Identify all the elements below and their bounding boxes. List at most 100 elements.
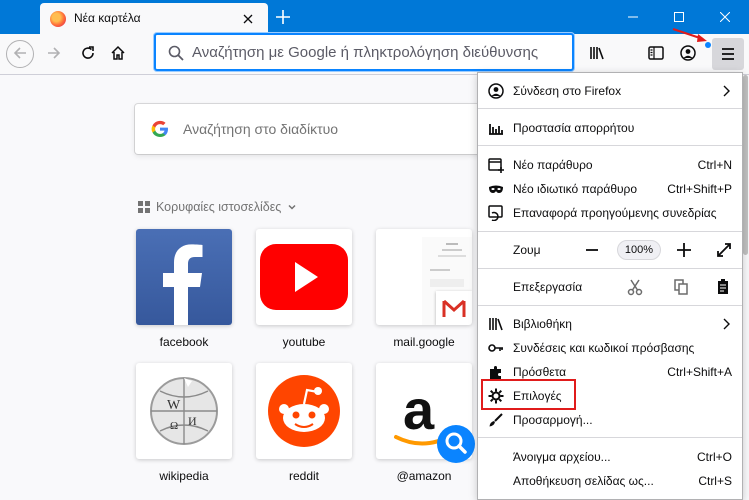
scrollbar-thumb[interactable] [743, 75, 748, 255]
address-input[interactable] [192, 42, 562, 62]
library-icon[interactable] [584, 40, 612, 68]
menu-item-label: Πρόσθετα [513, 365, 567, 379]
menu-item-customize[interactable]: Προσαρμογή... [478, 408, 742, 432]
top-sites-label: Κορυφαίες ιστοσελίδες [156, 200, 282, 214]
facebook-icon [136, 229, 232, 325]
chevron-right-icon [722, 318, 730, 330]
tile-label: youtube [282, 335, 326, 349]
close-tab-icon[interactable] [240, 11, 256, 27]
title-bar: Νέα καρτέλα [0, 0, 749, 34]
menu-item-label: Νέο ιδιωτικό παράθυρο [513, 182, 638, 196]
search-icon [168, 45, 184, 61]
firefox-icon [50, 11, 66, 27]
gmail-screenshot [376, 229, 472, 325]
svg-text:W: W [167, 398, 181, 413]
menu-item-label: Άνοιγμα αρχείου... [513, 450, 611, 464]
minimize-button[interactable] [610, 0, 656, 34]
reload-button[interactable] [74, 40, 102, 68]
shortcut-label: Ctrl+N [697, 158, 732, 172]
top-sites-heading[interactable]: Κορυφαίες ιστοσελίδες [138, 200, 297, 214]
grid-icon [138, 201, 150, 213]
top-site-mail-google[interactable]: mail.google [376, 229, 472, 349]
menu-item-label: Βιβλιοθήκη [513, 317, 572, 331]
youtube-icon [256, 229, 352, 325]
svg-text:a: a [403, 378, 435, 441]
menu-item-label: Προστασία απορρήτου [513, 121, 635, 135]
menu-item-logins[interactable]: Συνδέσεις και κωδικοί πρόσβασης [478, 336, 742, 360]
menu-separator [478, 108, 742, 109]
open-menu-button[interactable] [712, 38, 744, 70]
web-search-placeholder: Αναζήτηση στο διαδίκτυο [183, 121, 339, 137]
chevron-right-icon [722, 85, 730, 97]
gmail-icon [436, 291, 472, 325]
menu-item-edit: Επεξεργασία [478, 275, 742, 299]
menu-item-label: Επεξεργασία [513, 280, 583, 294]
menu-item-zoom: Ζουμ 100% [478, 238, 742, 262]
menu-item-restore-session[interactable]: Επαναφορά προηγούμενης συνεδρίας [478, 201, 742, 225]
menu-separator [478, 305, 742, 306]
account-icon[interactable] [674, 40, 702, 68]
puzzle-icon [488, 364, 504, 380]
tile-label: facebook [159, 335, 209, 349]
svg-text:И: И [188, 414, 197, 428]
reddit-icon [256, 363, 352, 459]
tab-title: Νέα καρτέλα [74, 11, 141, 25]
menu-item-private-window[interactable]: Νέο ιδιωτικό παράθυρο Ctrl+Shift+P [478, 177, 742, 201]
zoom-out-button[interactable] [580, 238, 604, 262]
chevron-down-icon [287, 202, 297, 212]
top-site-amazon[interactable]: a @amazon [376, 363, 472, 483]
menu-item-library[interactable]: Βιβλιοθήκη [478, 312, 742, 336]
scrollbar[interactable] [742, 75, 749, 500]
forward-button[interactable] [40, 40, 68, 68]
copy-icon[interactable] [669, 275, 693, 299]
navigation-toolbar [0, 33, 749, 75]
menu-item-label: Σύνδεση στο Firefox [513, 84, 622, 98]
fullscreen-icon[interactable] [712, 238, 736, 262]
google-logo-icon [151, 120, 169, 138]
menu-item-signin[interactable]: Σύνδεση στο Firefox [478, 79, 742, 103]
menu-item-open-file[interactable]: Άνοιγμα αρχείου... Ctrl+O [478, 445, 742, 469]
zoom-in-button[interactable] [672, 238, 696, 262]
restore-icon [488, 205, 504, 221]
tile-label: @amazon [396, 469, 452, 483]
menu-item-save-page[interactable]: Αποθήκευση σελίδας ως... Ctrl+S [478, 469, 742, 493]
menu-separator [478, 231, 742, 232]
tile-label: wikipedia [159, 469, 209, 483]
shortcut-label: Ctrl+Shift+P [667, 182, 732, 196]
tile-label: mail.google [393, 335, 455, 349]
account-icon [488, 83, 504, 99]
menu-item-label: Προσαρμογή... [513, 413, 593, 427]
top-site-wikipedia[interactable]: W И Ω wikipedia [136, 363, 232, 483]
new-window-icon [488, 157, 504, 173]
sidebar-icon[interactable] [642, 40, 670, 68]
annotation-highlight-box [481, 379, 576, 410]
home-button[interactable] [104, 40, 132, 68]
menu-item-label: Νέο παράθυρο [513, 158, 593, 172]
top-site-youtube[interactable]: youtube [256, 229, 352, 349]
menu-item-label: Αποθήκευση σελίδας ως... [513, 474, 654, 488]
menu-separator [478, 268, 742, 269]
shortcut-label: Ctrl+Shift+A [667, 365, 732, 379]
chart-icon [488, 120, 504, 136]
zoom-reset-button[interactable]: 100% [617, 240, 661, 260]
back-button[interactable] [6, 40, 34, 68]
menu-separator [478, 145, 742, 146]
library-icon [488, 316, 504, 332]
brush-icon [488, 412, 504, 428]
paste-icon[interactable] [711, 275, 735, 299]
cut-icon[interactable] [623, 275, 647, 299]
top-site-facebook[interactable]: facebook [136, 229, 232, 349]
new-tab-button[interactable] [272, 6, 294, 28]
annotation-arrow [671, 26, 711, 44]
menu-item-privacy[interactable]: Προστασία απορρήτου [478, 116, 742, 140]
address-bar[interactable] [154, 33, 574, 71]
app-menu: Σύνδεση στο Firefox Προστασία απορρήτου … [477, 72, 743, 500]
shortcut-label: Ctrl+O [696, 450, 732, 464]
mask-icon [488, 181, 504, 197]
svg-text:Ω: Ω [170, 420, 178, 432]
menu-item-new-window[interactable]: Νέο παράθυρο Ctrl+N [478, 153, 742, 177]
magnifier-icon [437, 425, 475, 463]
wikipedia-icon: W И Ω [136, 363, 232, 459]
tab-new-tab[interactable]: Νέα καρτέλα [40, 3, 268, 34]
top-site-reddit[interactable]: reddit [256, 363, 352, 483]
